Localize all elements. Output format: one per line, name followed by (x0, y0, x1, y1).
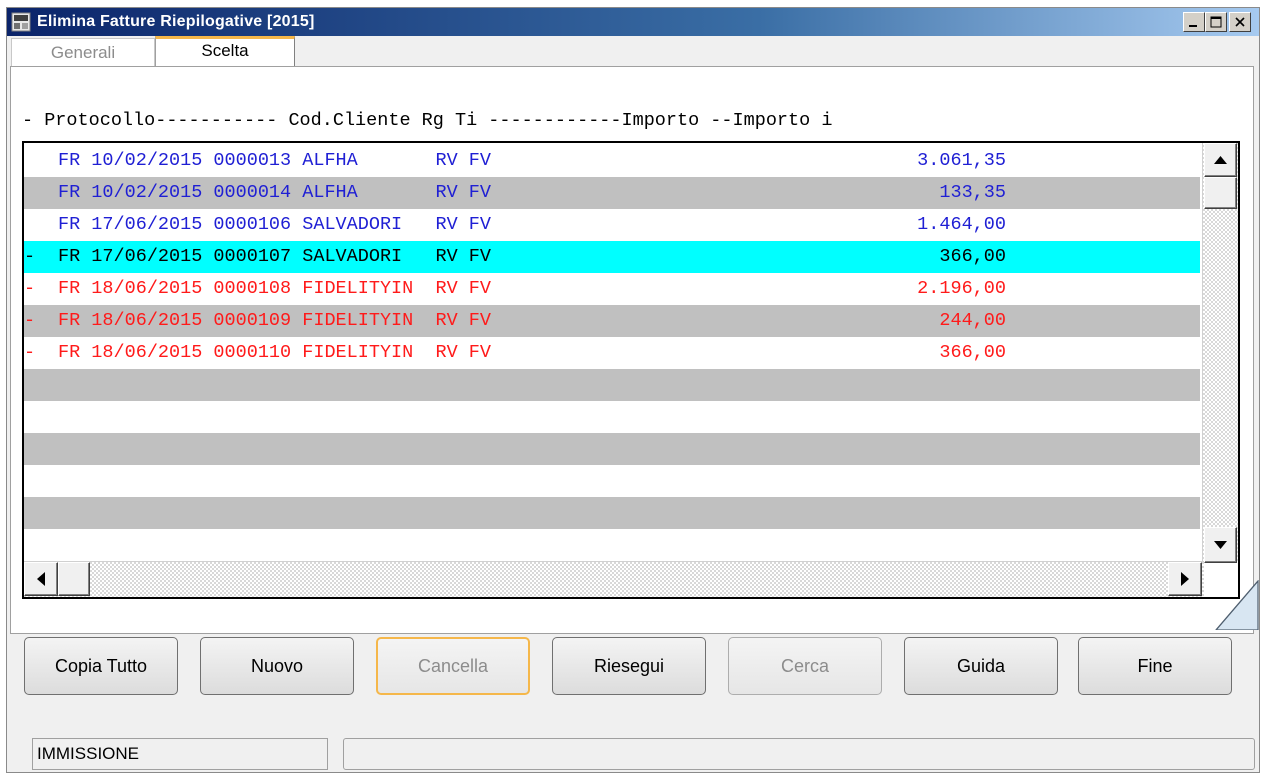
table-row[interactable]: FR 10/02/2015 0000014 ALFHA RV FV 133,35 (24, 177, 1200, 209)
row-amount: 1.464,00 (917, 214, 1006, 235)
arrow-right-icon (1181, 572, 1189, 586)
close-icon (1235, 17, 1245, 27)
tab-strip: Generali Scelta (7, 36, 1259, 68)
empty-row[interactable] (24, 465, 1200, 497)
title-bar[interactable]: Elimina Fatture Riepilogative [2015] (7, 8, 1259, 36)
close-button[interactable] (1229, 12, 1251, 32)
fine-button[interactable]: Fine (1078, 637, 1232, 695)
arrow-down-icon (1214, 541, 1227, 549)
row-mark (24, 177, 35, 209)
copia-tutto-button[interactable]: Copia Tutto (24, 637, 178, 695)
row-mark (24, 209, 35, 241)
table-row[interactable]: FR 10/02/2015 0000013 ALFHA RV FV 3.061,3… (24, 145, 1200, 177)
tab-generali[interactable]: Generali (11, 38, 155, 66)
row-text: FR 10/02/2015 0000013 ALFHA RV FV (58, 150, 491, 171)
row-amount: 3.061,35 (917, 150, 1006, 171)
status-mode: IMMISSIONE (32, 738, 328, 770)
row-mark: - (24, 342, 36, 363)
page-curl-icon (1215, 580, 1259, 630)
row-amount: 2.196,00 (917, 278, 1006, 299)
invoice-list[interactable]: FR 10/02/2015 0000013 ALFHA RV FV 3.061,3… (22, 141, 1240, 599)
row-amount: 244,00 (939, 310, 1006, 331)
list-header: - Protocollo----------- Cod.Cliente Rg T… (22, 110, 833, 131)
row-text: FR 17/06/2015 0000106 SALVADORI RV FV (58, 214, 491, 235)
vertical-scrollbar[interactable] (1202, 143, 1238, 563)
table-row[interactable]: FR 17/06/2015 0000106 SALVADORI RV FV 1.4… (24, 209, 1200, 241)
row-text: FR 18/06/2015 0000108 FIDELITYIN RV FV (58, 278, 491, 299)
empty-row[interactable] (24, 369, 1200, 401)
horizontal-scrollbar[interactable] (24, 561, 1204, 597)
minimize-button[interactable] (1183, 12, 1205, 32)
minimize-icon (1189, 25, 1197, 27)
riesegui-button[interactable]: Riesegui (552, 637, 706, 695)
scroll-up-button[interactable] (1204, 143, 1237, 177)
table-row[interactable]: - FR 18/06/2015 0000110 FIDELITYIN RV FV 3… (24, 337, 1200, 369)
horizontal-scroll-thumb[interactable] (58, 562, 90, 596)
row-amount: 366,00 (939, 342, 1006, 363)
row-mark (24, 145, 35, 177)
table-row[interactable]: - FR 17/06/2015 0000107 SALVADORI RV FV 36… (24, 241, 1200, 273)
row-mark: - (24, 246, 36, 267)
nuovo-button[interactable]: Nuovo (200, 637, 354, 695)
empty-row[interactable] (24, 497, 1200, 529)
arrow-left-icon (37, 572, 45, 586)
tab-scelta[interactable]: Scelta (155, 36, 295, 68)
status-message (343, 738, 1255, 770)
row-text: FR 10/02/2015 0000014 ALFHA RV FV (58, 182, 491, 203)
table-row[interactable]: - FR 18/06/2015 0000108 FIDELITYIN RV FV 2… (24, 273, 1200, 305)
vertical-scroll-thumb[interactable] (1204, 177, 1237, 209)
row-amount: 366,00 (939, 246, 1006, 267)
row-mark: - (24, 278, 36, 299)
cancella-button[interactable]: Cancella (376, 637, 530, 695)
arrow-up-icon (1214, 156, 1227, 164)
table-row[interactable]: - FR 18/06/2015 0000109 FIDELITYIN RV FV 2… (24, 305, 1200, 337)
window-title: Elimina Fatture Riepilogative [2015] (37, 13, 315, 30)
maximize-button[interactable] (1205, 12, 1227, 32)
guida-button[interactable]: Guida (904, 637, 1058, 695)
row-mark: - (24, 310, 36, 331)
empty-row[interactable] (24, 401, 1200, 433)
empty-row[interactable] (24, 433, 1200, 465)
row-amount: 133,35 (939, 182, 1006, 203)
scroll-down-button[interactable] (1204, 527, 1237, 563)
cerca-button[interactable]: Cerca (728, 637, 882, 695)
app-icon (11, 12, 31, 32)
row-text: FR 18/06/2015 0000109 FIDELITYIN RV FV (58, 310, 491, 331)
row-text: FR 18/06/2015 0000110 FIDELITYIN RV FV (58, 342, 491, 363)
scroll-right-button[interactable] (1168, 562, 1202, 596)
row-text: FR 17/06/2015 0000107 SALVADORI RV FV (58, 246, 491, 267)
scroll-left-button[interactable] (24, 562, 58, 596)
maximize-icon (1210, 16, 1222, 28)
